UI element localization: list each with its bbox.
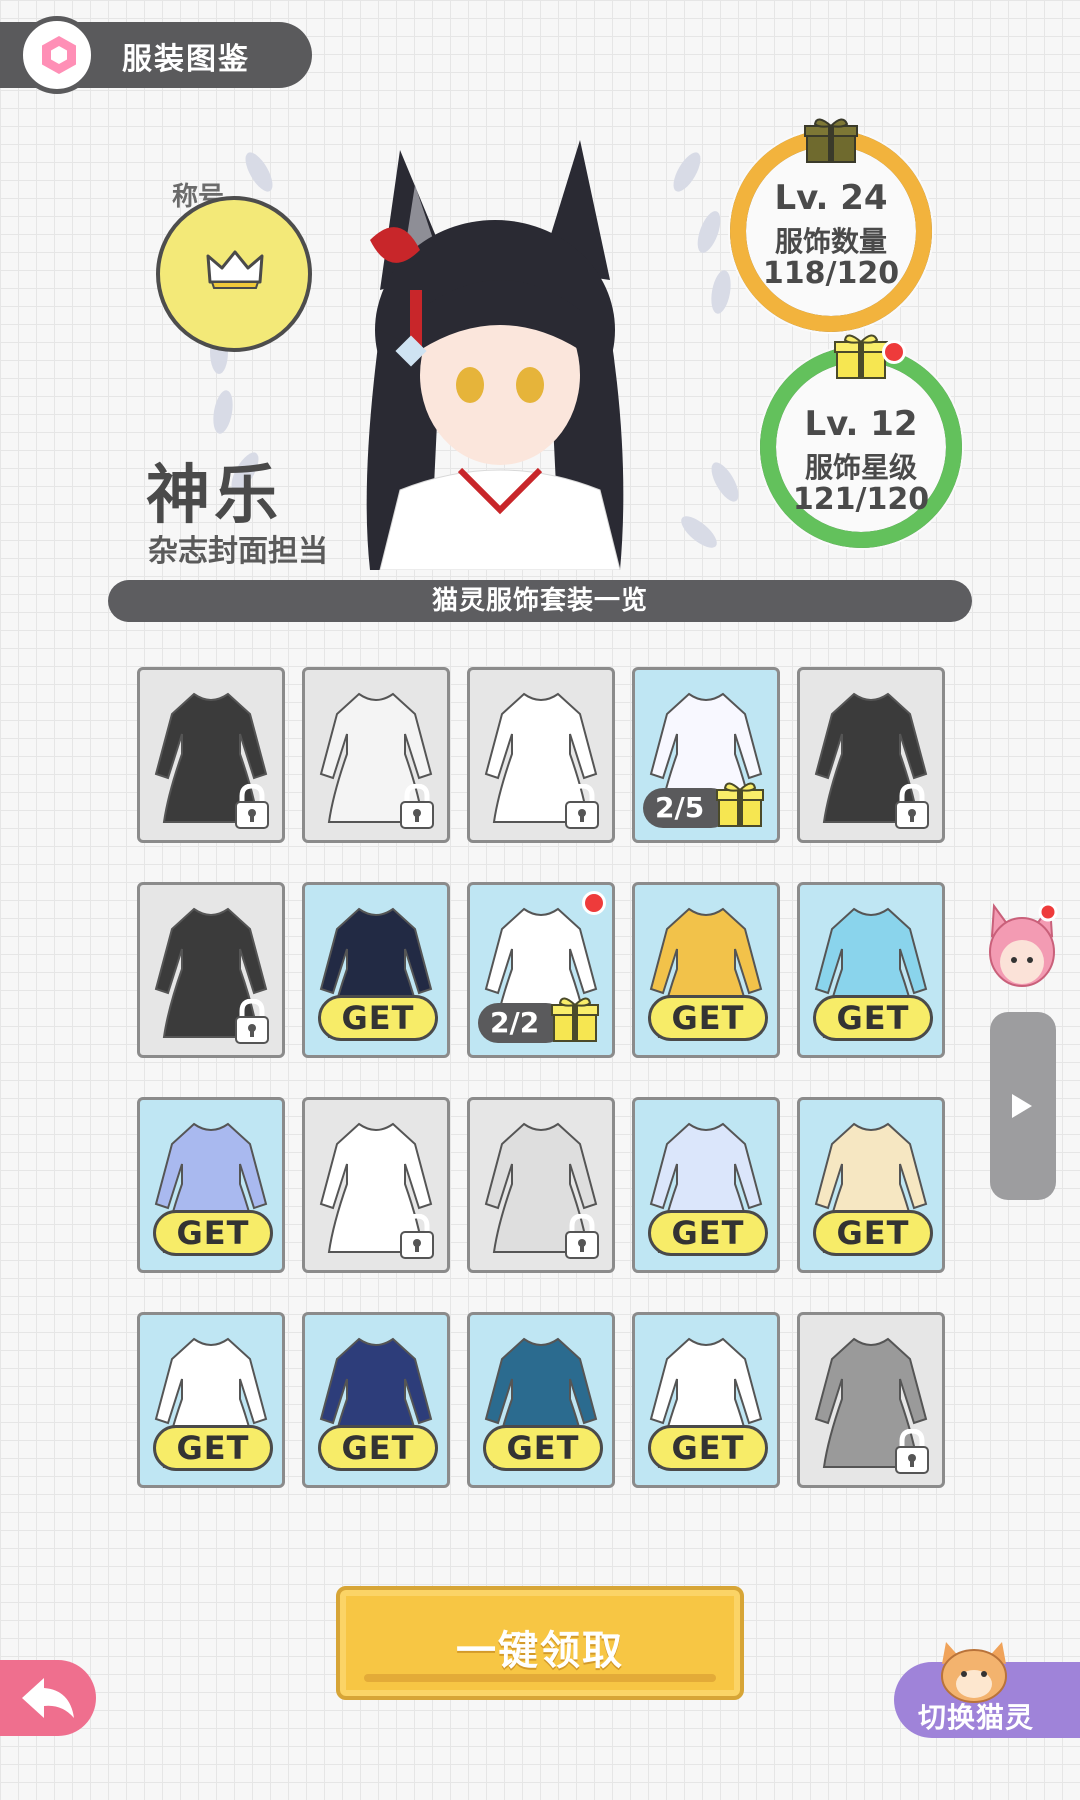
lock-icon [235,784,269,829]
gift-box-icon [834,334,888,379]
outfit-count-value: 118/120 [762,256,900,291]
gift-box-icon [804,118,858,163]
get-button[interactable]: GET [813,1210,933,1256]
cat-spirit-icon [941,1642,1007,1703]
character-title: 杂志封面担当 [148,534,328,569]
outfit-card[interactable]: GET [632,1312,780,1488]
expand-side-panel-button[interactable] [990,1012,1056,1200]
outfit-star-ring[interactable]: Lv. 12 服饰星级 121/120 [758,334,964,550]
outfit-card[interactable]: GET [632,1097,780,1273]
back-arrow-icon [22,1678,74,1718]
outfit-card[interactable]: GET [797,1097,945,1273]
outfit-card[interactable] [302,1097,450,1273]
outfit-card[interactable] [467,1097,615,1273]
outfit-count-label: 服饰数量 [774,225,887,258]
outfit-star-value: 121/120 [792,482,930,517]
outfit-card[interactable] [467,667,615,843]
lock-icon [895,784,929,829]
back-button[interactable] [0,1660,96,1736]
outfit-card[interactable]: GET [797,882,945,1058]
get-button[interactable]: GET [153,1425,273,1471]
outfit-card[interactable] [797,667,945,843]
get-button[interactable]: GET [153,1210,273,1256]
outfit-card[interactable]: GET [467,1312,615,1488]
lock-icon [400,1214,434,1259]
get-button[interactable]: GET [483,1425,603,1471]
lock-icon [400,784,434,829]
outfit-card[interactable]: 2/5 [632,667,780,843]
character-name: 神乐 [146,459,282,533]
get-button[interactable]: GET [318,995,438,1041]
outfit-count-ring[interactable]: Lv. 24 服饰数量 118/120 [728,118,934,334]
gift-box-icon[interactable] [550,993,600,1043]
switch-spirit-button[interactable]: 切换猫灵 [894,1634,1080,1744]
outfit-card[interactable]: GET [632,882,780,1058]
outfit-card[interactable]: GET [137,1097,285,1273]
get-button[interactable]: GET [813,995,933,1041]
character-portrait [366,140,624,570]
outfit-card[interactable]: GET [137,1312,285,1488]
page-title: 服装图鉴 [122,42,250,77]
outfit-card[interactable] [797,1312,945,1488]
get-button[interactable]: GET [648,1210,768,1256]
outfit-card[interactable]: 2/2 [467,882,615,1058]
get-button[interactable]: GET [648,1425,768,1471]
cat-spirit-avatar-icon[interactable] [986,896,1058,992]
play-arrow-icon [1012,1094,1032,1118]
outfit-card[interactable]: GET [302,882,450,1058]
lock-icon [565,784,599,829]
get-button[interactable]: GET [318,1425,438,1471]
lock-icon [235,999,269,1044]
switch-spirit-label: 切换猫灵 [918,1701,1035,1734]
claim-all-button[interactable]: 一键领取 [336,1586,744,1700]
notification-dot [582,891,606,915]
gift-box-icon[interactable] [715,778,765,828]
outfit-star-label: 服饰星级 [804,451,917,484]
outfit-card[interactable] [137,882,285,1058]
lock-icon [895,1429,929,1474]
crown-icon [206,250,264,289]
notification-dot [882,340,906,364]
claim-all-label: 一键领取 [456,1628,624,1674]
page-title-tab: 服装图鉴 [0,16,312,94]
outfit-card[interactable]: GET [302,1312,450,1488]
lock-icon [565,1214,599,1259]
outfit-card[interactable] [137,667,285,843]
wardrobe-badge-icon [18,16,96,94]
outfit-count-level: Lv. 24 [774,178,888,218]
outfit-star-level: Lv. 12 [804,404,918,444]
get-button[interactable]: GET [648,995,768,1041]
outfit-card[interactable] [302,667,450,843]
outfit-set-section-header: 猫灵服饰套装一览 [108,580,972,622]
